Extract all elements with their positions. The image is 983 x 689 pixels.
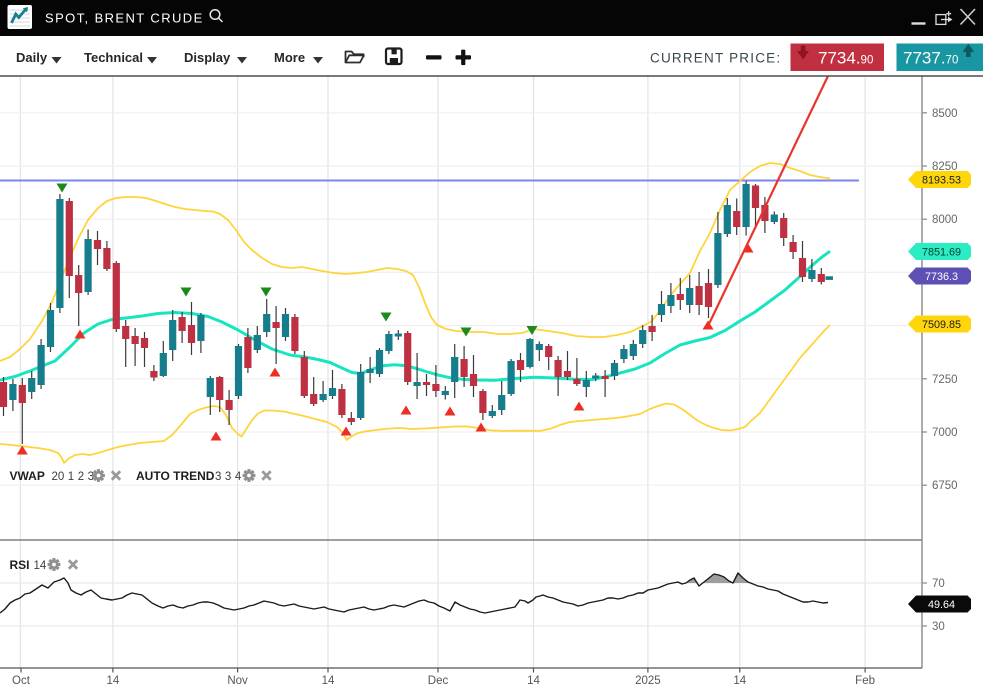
svg-text:7509.85: 7509.85 xyxy=(922,319,961,331)
svg-text:14: 14 xyxy=(527,675,540,687)
svg-text:7250: 7250 xyxy=(932,374,958,386)
svg-text:7851.69: 7851.69 xyxy=(922,246,961,258)
svg-text:SPOT, BRENT CRUDE: SPOT, BRENT CRUDE xyxy=(45,11,204,26)
svg-text:20123: 20123 xyxy=(52,471,95,483)
svg-text:AUTO TREND: AUTO TREND xyxy=(136,469,215,483)
svg-text:Display: Display xyxy=(184,50,231,65)
svg-text:14: 14 xyxy=(733,675,746,687)
svg-text:RSI: RSI xyxy=(10,558,30,572)
svg-text:8193.53: 8193.53 xyxy=(922,174,961,186)
svg-text:Daily: Daily xyxy=(16,50,48,65)
svg-text:Nov: Nov xyxy=(227,675,248,687)
svg-text:CURRENT PRICE:: CURRENT PRICE: xyxy=(650,51,781,66)
svg-text:Oct: Oct xyxy=(12,675,31,687)
svg-text:7736.3: 7736.3 xyxy=(925,271,958,283)
svg-text:14: 14 xyxy=(322,675,335,687)
svg-text:8500: 8500 xyxy=(932,108,958,120)
svg-text:Dec: Dec xyxy=(428,675,449,687)
svg-text:70: 70 xyxy=(932,578,945,590)
svg-text:7000: 7000 xyxy=(932,427,958,439)
svg-text:8000: 8000 xyxy=(932,214,958,226)
svg-text:More: More xyxy=(274,50,305,65)
svg-text:6750: 6750 xyxy=(932,480,958,492)
svg-text:49.64: 49.64 xyxy=(928,599,955,611)
svg-text:VWAP: VWAP xyxy=(10,469,45,483)
svg-text:Technical: Technical xyxy=(84,50,143,65)
svg-text:30: 30 xyxy=(932,621,945,633)
svg-text:14: 14 xyxy=(34,560,47,572)
svg-text:334: 334 xyxy=(215,471,242,483)
svg-text:Feb: Feb xyxy=(855,675,875,687)
svg-text:2025: 2025 xyxy=(635,675,661,687)
svg-text:14: 14 xyxy=(107,675,120,687)
